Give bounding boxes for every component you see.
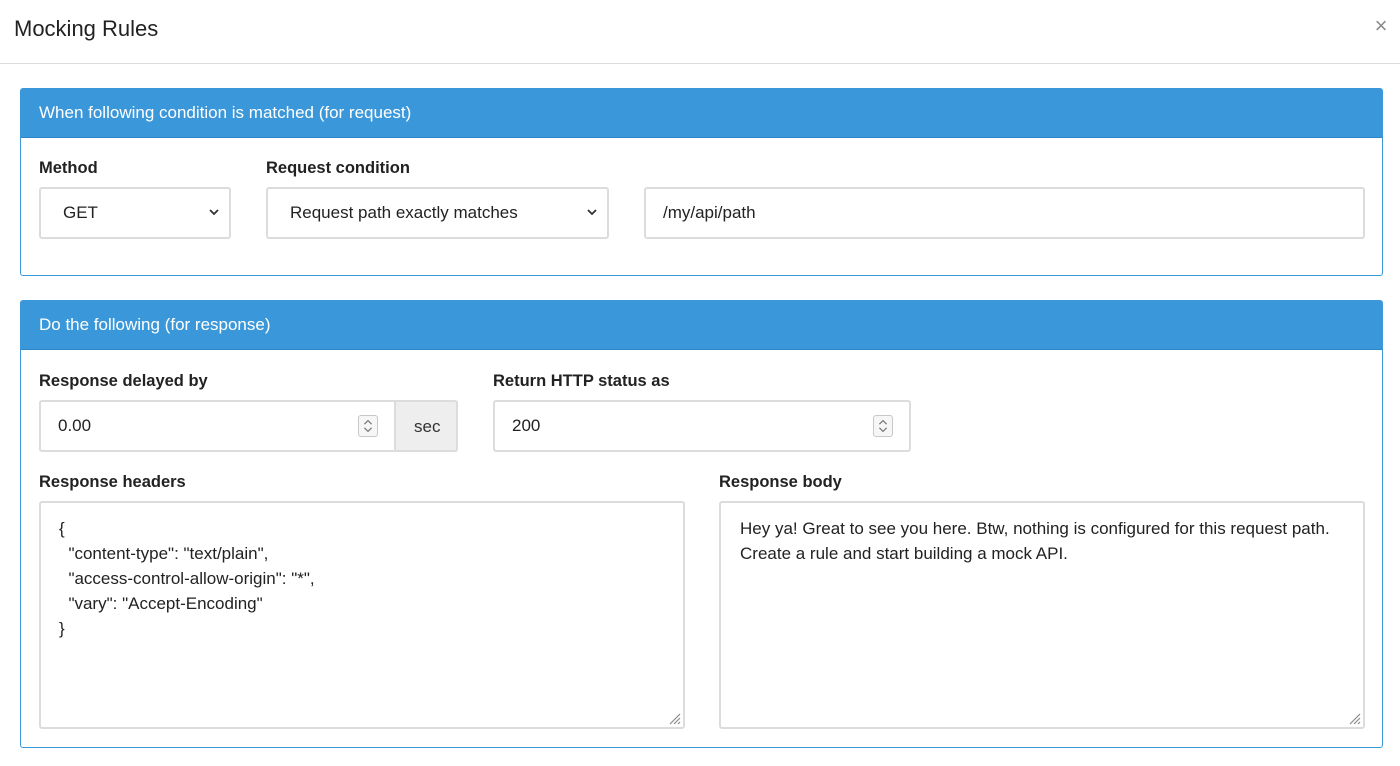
request-condition-panel: When following condition is matched (for… bbox=[20, 88, 1383, 276]
headers-line: { bbox=[59, 519, 65, 538]
method-label: Method bbox=[39, 159, 98, 177]
response-delay-value: 0.00 bbox=[58, 416, 92, 435]
request-panel-heading: When following condition is matched (for… bbox=[21, 89, 1382, 138]
resize-handle-icon[interactable] bbox=[1347, 711, 1361, 725]
http-status-input[interactable]: 200 bbox=[493, 400, 911, 452]
chevron-down-icon bbox=[209, 209, 219, 216]
headers-line: "vary": "Accept-Encoding" bbox=[59, 594, 263, 613]
resize-handle-icon[interactable] bbox=[667, 711, 681, 725]
number-spinner-icon[interactable] bbox=[358, 415, 378, 437]
delay-unit-addon: sec bbox=[396, 400, 458, 452]
body-line: Hey ya! Great to see you here. Btw, noth… bbox=[740, 519, 1330, 538]
headers-line: } bbox=[59, 619, 65, 638]
response-body-textarea[interactable]: Hey ya! Great to see you here. Btw, noth… bbox=[719, 501, 1365, 729]
http-status-label: Return HTTP status as bbox=[493, 372, 670, 390]
modal-header: Mocking Rules × bbox=[0, 0, 1400, 64]
method-select[interactable]: GET bbox=[39, 187, 231, 239]
modal-title: Mocking Rules bbox=[14, 16, 159, 41]
response-delay-input[interactable]: 0.00 bbox=[39, 400, 396, 452]
delay-unit-label: sec bbox=[414, 417, 441, 436]
response-body-label: Response body bbox=[719, 473, 842, 491]
request-condition-value: Request path exactly matches bbox=[290, 203, 518, 222]
method-select-value: GET bbox=[63, 203, 98, 222]
close-icon[interactable]: × bbox=[1370, 14, 1392, 38]
headers-line: "access-control-allow-origin": "*", bbox=[59, 569, 315, 588]
request-path-value: /my/api/path bbox=[663, 203, 756, 222]
headers-line: "content-type": "text/plain", bbox=[59, 544, 269, 563]
http-status-value: 200 bbox=[512, 416, 541, 435]
response-panel-heading: Do the following (for response) bbox=[21, 301, 1382, 350]
chevron-down-icon bbox=[587, 209, 597, 216]
request-path-input[interactable]: /my/api/path bbox=[644, 187, 1365, 239]
body-line: Create a rule and start building a mock … bbox=[740, 544, 1068, 563]
response-action-panel: Do the following (for response) Response… bbox=[20, 300, 1383, 748]
request-condition-label: Request condition bbox=[266, 159, 410, 177]
response-headers-label: Response headers bbox=[39, 473, 186, 491]
number-spinner-icon[interactable] bbox=[873, 415, 893, 437]
request-condition-select[interactable]: Request path exactly matches bbox=[266, 187, 609, 239]
response-delay-label: Response delayed by bbox=[39, 372, 208, 390]
response-headers-textarea[interactable]: { "content-type": "text/plain", "access-… bbox=[39, 501, 685, 729]
